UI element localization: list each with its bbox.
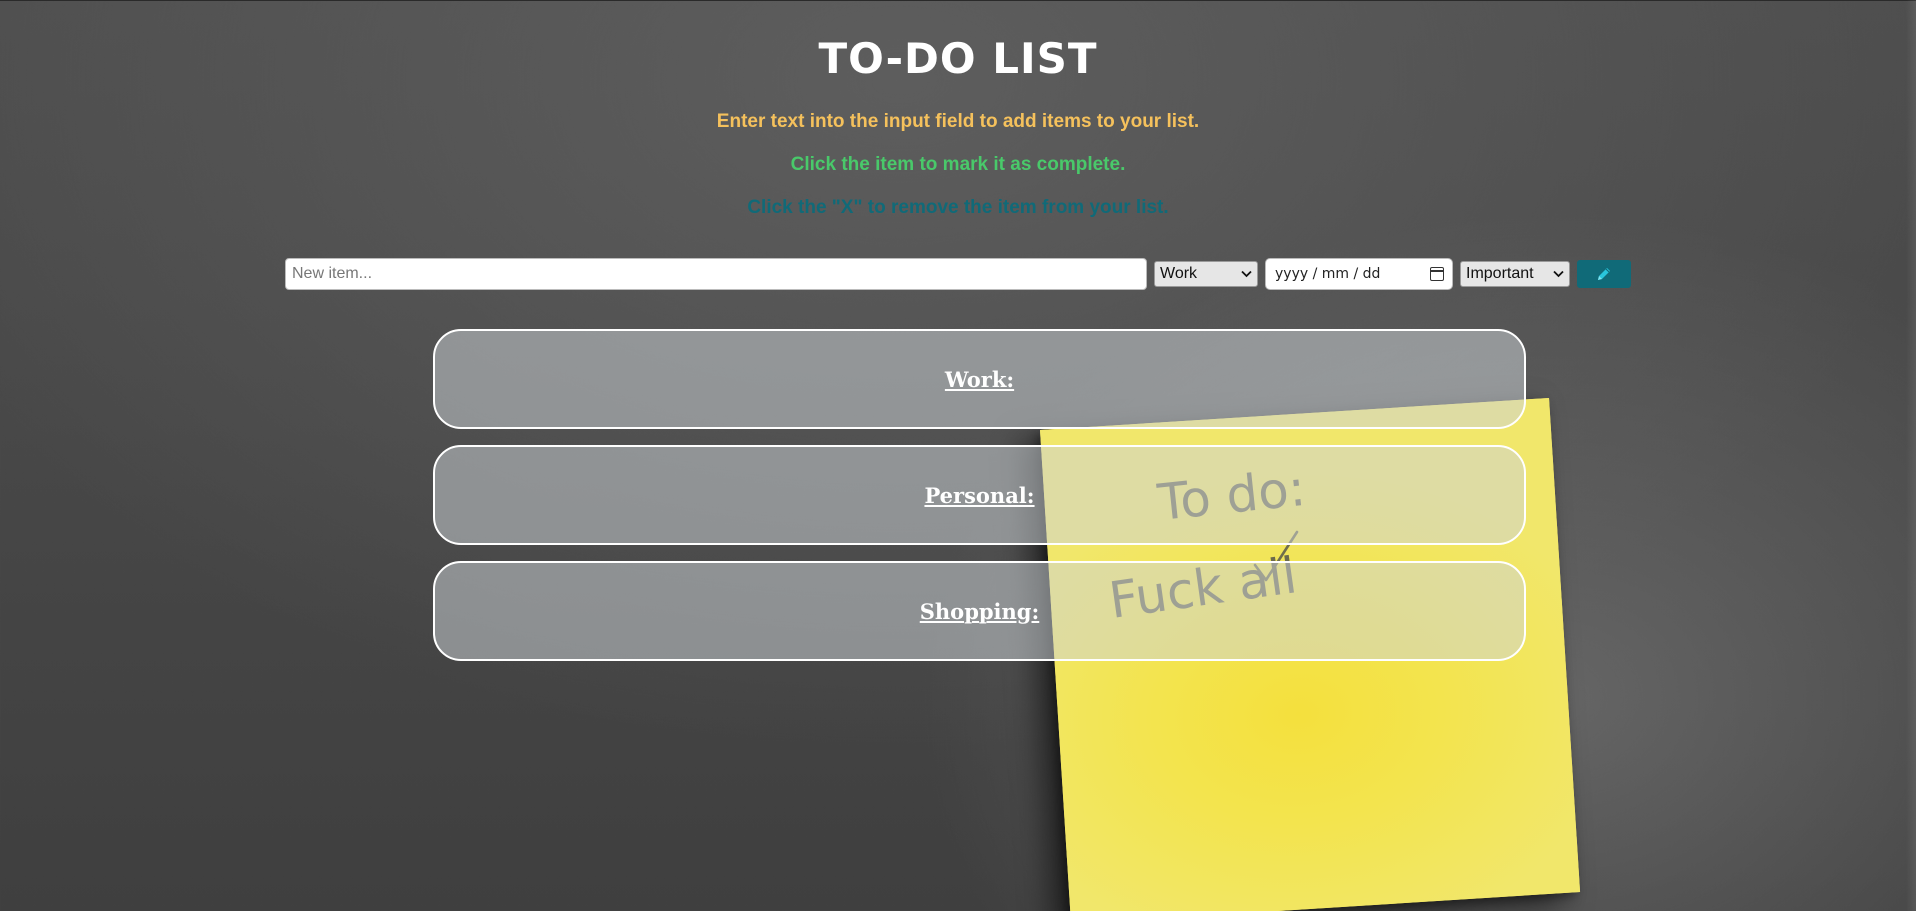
category-heading-shopping: Shopping:	[919, 598, 1040, 624]
date-placeholder: yyyy / mm / dd	[1275, 266, 1381, 282]
window-right-edge	[1906, 0, 1916, 911]
window-top-border	[0, 0, 1916, 1]
chevron-down-icon	[1553, 267, 1564, 281]
chevron-down-icon	[1241, 267, 1252, 281]
category-select[interactable]: Work	[1154, 261, 1258, 287]
category-select-value: Work	[1160, 265, 1198, 282]
priority-select-value: Important	[1466, 265, 1534, 282]
instruction-add: Enter text into the input field to add i…	[716, 111, 1200, 132]
new-item-input[interactable]	[285, 258, 1147, 290]
add-item-button[interactable]	[1577, 260, 1631, 288]
instruction-complete: Click the item to mark it as complete.	[790, 154, 1126, 175]
category-heading-work: Work:	[944, 366, 1015, 392]
category-personal: Personal:	[433, 445, 1526, 545]
category-heading-personal: Personal:	[924, 482, 1035, 508]
due-date-input[interactable]: yyyy / mm / dd	[1265, 258, 1453, 290]
page-title: TO-DO LIST	[818, 34, 1098, 83]
pencil-icon	[1598, 268, 1610, 280]
category-work: Work:	[433, 329, 1526, 429]
priority-select[interactable]: Important	[1460, 261, 1570, 287]
category-shopping: Shopping:	[433, 561, 1526, 661]
instruction-remove: Click the "X" to remove the item from yo…	[747, 197, 1169, 218]
add-item-form: Work yyyy / mm / dd Important	[285, 257, 1631, 291]
calendar-icon[interactable]	[1430, 267, 1444, 281]
